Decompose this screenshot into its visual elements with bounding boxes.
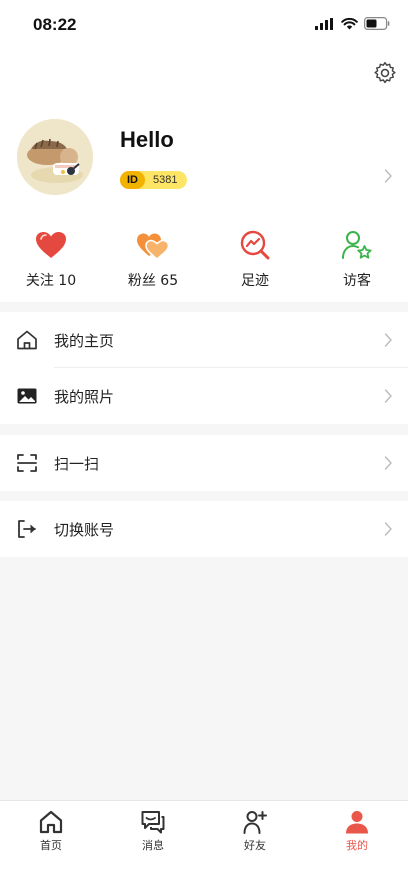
- profile-header-panel: 08:22 Hello ID 5381 关注 10 粉丝 65 足迹 访客: [0, 0, 408, 302]
- stat-following-label: 关注 10: [25, 273, 77, 289]
- status-icons: [315, 17, 390, 30]
- menu-photos-label: 我的照片: [54, 387, 115, 406]
- stat-followers[interactable]: 粉丝 65: [102, 228, 204, 294]
- id-tag: ID: [120, 171, 145, 189]
- tab-friends-label: 好友: [244, 839, 266, 852]
- user-name: Hello: [120, 127, 174, 152]
- home-outline-icon: [17, 330, 37, 350]
- image-icon: [17, 388, 37, 404]
- stat-followers-label: 粉丝 65: [127, 273, 179, 289]
- add-friend-icon: [243, 811, 267, 834]
- cellular-signal-icon: [315, 17, 333, 30]
- tab-messages[interactable]: 消息: [102, 801, 204, 890]
- menu-item-switch-account[interactable]: 切换账号: [0, 501, 408, 557]
- menu-item-homepage[interactable]: 我的主页: [0, 312, 408, 368]
- status-time: 08:22: [33, 15, 77, 34]
- menu-scan-label: 扫一扫: [54, 454, 100, 473]
- tab-friends[interactable]: 好友: [204, 801, 306, 890]
- battery-icon: [364, 17, 390, 30]
- chevron-right-icon: [384, 333, 392, 347]
- menu-homepage-label: 我的主页: [54, 331, 115, 350]
- double-heart-icon: [137, 233, 170, 260]
- user-id-badge: ID 5381: [120, 171, 188, 189]
- user-star-icon: [342, 231, 372, 259]
- stat-visitors[interactable]: 访客: [306, 228, 408, 294]
- chevron-right-icon: [384, 522, 392, 536]
- menu-group-account: 切换账号: [0, 501, 408, 557]
- profile-chevron-right-icon[interactable]: [384, 168, 393, 184]
- message-icon: [141, 811, 165, 834]
- stat-following[interactable]: 关注 10: [0, 228, 102, 294]
- stat-footprints[interactable]: 足迹: [204, 228, 306, 294]
- bottom-tab-bar: 首页 消息 好友 我的: [0, 800, 408, 890]
- tab-home-label: 首页: [40, 839, 62, 852]
- stats-row: 关注 10 粉丝 65 足迹 访客: [0, 228, 408, 294]
- heart-icon: [36, 232, 66, 258]
- menu-item-scan[interactable]: 扫一扫: [0, 435, 408, 491]
- trend-search-icon: [240, 230, 270, 260]
- wifi-icon: [341, 17, 358, 30]
- home-icon: [39, 810, 63, 834]
- chevron-right-icon: [384, 456, 392, 470]
- cat-avatar-image: [17, 119, 93, 195]
- menu-item-photos[interactable]: 我的照片: [0, 368, 408, 424]
- menu-switch-account-label: 切换账号: [54, 520, 115, 539]
- tab-me[interactable]: 我的: [306, 801, 408, 890]
- logout-arrow-icon: [18, 520, 36, 538]
- me-icon: [346, 811, 368, 834]
- stat-footprints-label: 足迹: [241, 273, 269, 289]
- tab-home[interactable]: 首页: [0, 801, 102, 890]
- profile-screen: 08:22 Hello ID 5381 关注 10 粉丝 65 足迹 访客 我的…: [0, 0, 408, 890]
- status-bar: 08:22: [0, 0, 408, 48]
- avatar[interactable]: [17, 119, 93, 195]
- chevron-right-icon: [384, 389, 392, 403]
- id-value: 5381: [153, 174, 178, 186]
- settings-gear-icon[interactable]: [372, 60, 398, 86]
- scan-icon: [17, 454, 37, 472]
- tab-me-label: 我的: [346, 839, 368, 852]
- menu-group-scan: 扫一扫: [0, 435, 408, 491]
- tab-messages-label: 消息: [142, 839, 164, 852]
- stat-visitors-label: 访客: [343, 273, 371, 289]
- menu-group-profile: 我的主页 我的照片: [0, 312, 408, 424]
